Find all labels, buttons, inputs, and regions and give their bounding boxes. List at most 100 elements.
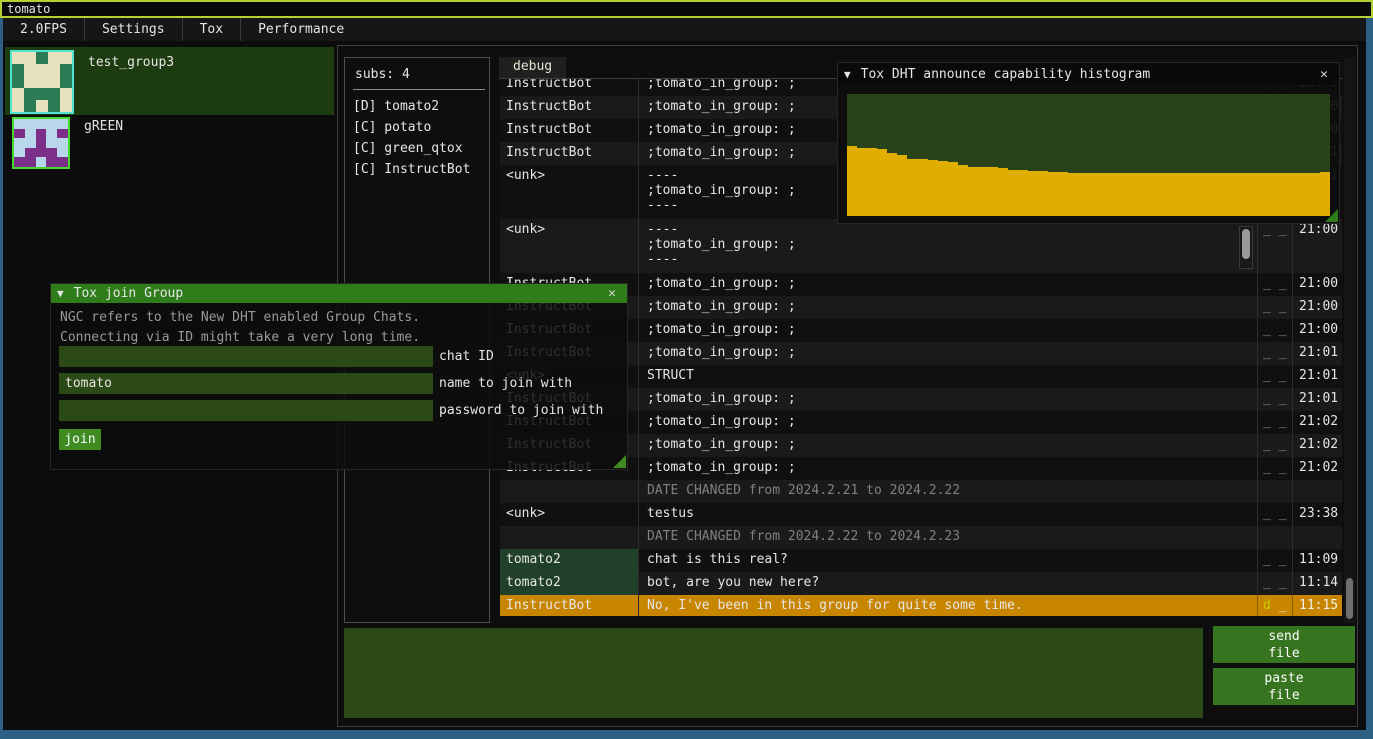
join-password-input[interactable] bbox=[59, 400, 433, 421]
date-row[interactable]: DATE CHANGED from 2024.2.21 to 2024.2.22 bbox=[500, 480, 1342, 503]
histogram-bar bbox=[1159, 173, 1169, 216]
message-time: 21:02 bbox=[1292, 457, 1342, 480]
message-text: bot, are you new here? bbox=[638, 572, 1257, 595]
member-item[interactable]: [D] tomato2 bbox=[345, 96, 489, 117]
chat-scrollbar-thumb[interactable] bbox=[1346, 578, 1353, 619]
message-sender: <unk> bbox=[500, 219, 638, 273]
sidebar-item-gREEN[interactable]: gREEN bbox=[5, 115, 334, 172]
message-status: _ _ bbox=[1257, 434, 1292, 457]
message-status: _ _ bbox=[1257, 219, 1292, 273]
group-name: gREEN bbox=[70, 115, 123, 172]
member-item[interactable]: [C] InstructBot bbox=[345, 159, 489, 180]
histogram-bar bbox=[1310, 173, 1320, 216]
histogram-bar bbox=[948, 162, 958, 216]
message-row[interactable]: tomato2bot, are you new here?_ _11:14 bbox=[500, 572, 1342, 595]
help-text: Connecting via ID might take a very long… bbox=[60, 330, 420, 345]
message-text: ;tomato_in_group: ; bbox=[638, 434, 1257, 457]
collapse-icon[interactable]: ▼ bbox=[844, 68, 851, 81]
histogram-bar bbox=[1300, 173, 1310, 216]
message-row[interactable]: tomato2chat is this real?_ _11:09 bbox=[500, 549, 1342, 572]
histogram-bar bbox=[1209, 173, 1219, 216]
window-titlebar[interactable]: tomato bbox=[0, 0, 1373, 18]
message-status: _ _ bbox=[1257, 296, 1292, 319]
fps-indicator: 2.0FPS bbox=[3, 18, 84, 41]
message-status: _ _ bbox=[1257, 457, 1292, 480]
message-time: 21:00 bbox=[1292, 296, 1342, 319]
message-time bbox=[1292, 526, 1342, 549]
chat-id-input[interactable] bbox=[59, 346, 433, 367]
message-status: _ _ bbox=[1257, 572, 1292, 595]
join-button[interactable]: join bbox=[59, 429, 101, 450]
message-time: 11:15 bbox=[1292, 595, 1342, 616]
sidebar-item-test_group3[interactable]: test_group3 bbox=[5, 47, 334, 115]
menu-tox[interactable]: Tox bbox=[183, 18, 240, 41]
histogram-bar bbox=[1270, 173, 1280, 216]
histogram-bar bbox=[897, 155, 907, 216]
message-text: chat is this real? bbox=[638, 549, 1257, 572]
histogram-bar bbox=[1219, 173, 1229, 216]
message-time: 21:02 bbox=[1292, 434, 1342, 457]
histogram-bar bbox=[1189, 173, 1199, 216]
resize-grip-icon[interactable] bbox=[1325, 209, 1338, 222]
close-icon[interactable]: ✕ bbox=[1315, 67, 1333, 82]
menu-performance[interactable]: Performance bbox=[241, 18, 361, 41]
histogram-bar bbox=[1078, 173, 1088, 216]
message-row[interactable]: <unk>testus_ _23:38 bbox=[500, 503, 1342, 526]
histogram-bar bbox=[1048, 172, 1058, 216]
message-time: 21:02 bbox=[1292, 411, 1342, 434]
message-text: ;tomato_in_group: ; bbox=[638, 388, 1257, 411]
message-sender bbox=[500, 526, 638, 549]
menubar: 2.0FPS Settings Tox Performance bbox=[3, 18, 1366, 41]
histogram-bar bbox=[877, 149, 887, 216]
join-name-input[interactable] bbox=[59, 373, 433, 394]
join-password-label: password to join with bbox=[439, 403, 603, 418]
message-status: _ _ bbox=[1257, 273, 1292, 296]
message-status: _ _ bbox=[1257, 411, 1292, 434]
paste-file-button[interactable]: paste file bbox=[1213, 668, 1355, 705]
window-border-left bbox=[0, 18, 3, 730]
histogram-bar bbox=[958, 165, 968, 216]
collapse-icon[interactable]: ▼ bbox=[57, 287, 64, 300]
group-avatar bbox=[10, 50, 74, 114]
resize-grip-icon[interactable] bbox=[613, 455, 626, 468]
window-title: tomato bbox=[7, 2, 50, 16]
histogram-bar bbox=[1280, 173, 1290, 216]
chat-scrollbar[interactable] bbox=[1344, 57, 1355, 623]
message-row[interactable]: InstructBotNo, I've been in this group f… bbox=[500, 595, 1342, 616]
histogram-bar bbox=[1290, 173, 1300, 216]
message-status: d _ bbox=[1257, 595, 1292, 616]
message-scrollbar[interactable] bbox=[1239, 226, 1253, 269]
histogram-bar bbox=[1129, 173, 1139, 216]
join-group-window: ▼ Tox join Group ✕ NGC refers to the New… bbox=[50, 283, 628, 470]
subs-count: subs: 4 bbox=[345, 58, 489, 82]
member-item[interactable]: [C] green_qtox bbox=[345, 138, 489, 159]
message-time: 21:00 bbox=[1292, 219, 1342, 273]
menu-settings[interactable]: Settings bbox=[85, 18, 182, 41]
message-text: DATE CHANGED from 2024.2.21 to 2024.2.22 bbox=[638, 480, 1257, 503]
histogram-bar bbox=[1229, 173, 1239, 216]
member-item[interactable]: [C] potato bbox=[345, 117, 489, 138]
message-time: 23:38 bbox=[1292, 503, 1342, 526]
window-border-right bbox=[1366, 18, 1373, 730]
message-text: testus bbox=[638, 503, 1257, 526]
histogram-bar bbox=[1179, 173, 1189, 216]
tab-debug[interactable]: debug bbox=[499, 57, 566, 78]
chat-id-label: chat ID bbox=[439, 349, 494, 364]
histogram-bar bbox=[1149, 173, 1159, 216]
group-name: test_group3 bbox=[74, 47, 174, 115]
histogram-bar bbox=[887, 153, 897, 216]
dht-histogram-titlebar[interactable]: ▼ Tox DHT announce capability histogram … bbox=[838, 63, 1339, 85]
message-sender bbox=[500, 480, 638, 503]
message-scrollbar-thumb[interactable] bbox=[1242, 229, 1250, 259]
histogram-plot bbox=[847, 94, 1330, 216]
close-icon[interactable]: ✕ bbox=[603, 286, 621, 301]
histogram-bar bbox=[1139, 173, 1149, 216]
join-group-titlebar[interactable]: ▼ Tox join Group ✕ bbox=[51, 284, 627, 303]
histogram-bar bbox=[917, 159, 927, 216]
message-sender: <unk> bbox=[500, 165, 638, 219]
date-row[interactable]: DATE CHANGED from 2024.2.22 to 2024.2.23 bbox=[500, 526, 1342, 549]
message-input[interactable] bbox=[344, 628, 1203, 718]
message-time: 21:00 bbox=[1292, 273, 1342, 296]
message-row[interactable]: <unk>---- ;tomato_in_group: ; ----_ _21:… bbox=[500, 219, 1342, 273]
send-file-button[interactable]: send file bbox=[1213, 626, 1355, 663]
